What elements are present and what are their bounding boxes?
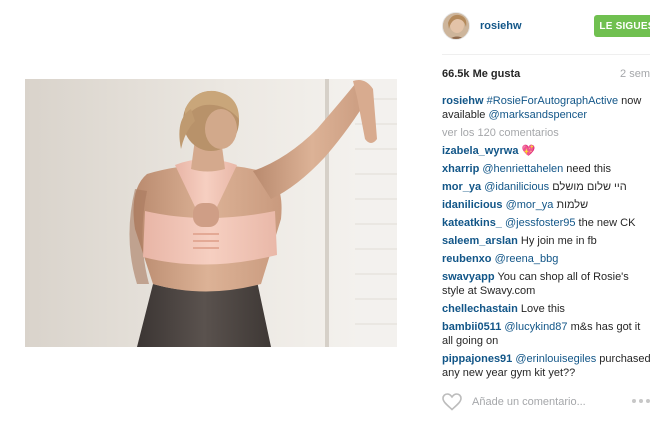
comment-item: kateatkins_ @jessfoster95 the new CK (442, 216, 650, 230)
comment-mention[interactable]: @mor_ya (506, 199, 554, 211)
post-time[interactable]: 2 sem (620, 68, 650, 80)
comments-list: rosiehw #RosieForAutographActive now ava… (442, 94, 650, 384)
comment-mention[interactable]: @idanilicious (484, 181, 549, 193)
comment-mention[interactable]: @henriettahelen (482, 163, 563, 175)
comment-items: izabela_wyrwa 💖 xharrip @henriettahelen n… (442, 144, 650, 380)
likes-count[interactable]: 66.5k Me gusta (442, 68, 520, 80)
comment-mention[interactable]: @lucykind87 (504, 321, 567, 333)
comment-mention[interactable]: @erinlouisegiles (515, 353, 596, 365)
comment-item: idanilicious @mor_ya שלמות (442, 198, 650, 212)
comment-username[interactable]: pippajones91 (442, 353, 512, 365)
comment-item: saleem_arslan Hy join me in fb (442, 234, 650, 248)
post-details: rosiehw LE SIGUES 66.5k Me gusta 2 sem r… (430, 0, 650, 423)
comment-item: reubenxo @reena_bbg (442, 252, 650, 266)
caption-username[interactable]: rosiehw (442, 95, 484, 107)
comment-username[interactable]: chellechastain (442, 303, 518, 315)
comment-item: swavyapp You can shop all of Rosie's sty… (442, 270, 650, 298)
comment-text: 💖 (521, 145, 536, 157)
comment-text: Love this (520, 303, 565, 315)
comment-text: the new CK (575, 217, 636, 229)
post-modal: rosiehw LE SIGUES 66.5k Me gusta 2 sem r… (0, 0, 650, 423)
comment-username[interactable]: kateatkins_ (442, 217, 502, 229)
caption-hashtag[interactable]: #RosieForAutographActive (487, 95, 618, 107)
comment-item: xharrip @henriettahelen need this (442, 162, 650, 176)
view-all-comments-link[interactable]: ver los 120 comentarios (442, 126, 650, 140)
comment-username[interactable]: idanilicious (442, 199, 503, 211)
comment-text: need this (563, 163, 611, 175)
following-button[interactable]: LE SIGUES (594, 15, 650, 37)
comment-item: mor_ya @idanilicious היי שלום מושלם (442, 180, 650, 194)
caption: rosiehw #RosieForAutographActive now ava… (442, 94, 650, 122)
post-header: rosiehw LE SIGUES (442, 12, 650, 42)
comment-text: Hy join me in fb (520, 235, 597, 247)
comment-username[interactable]: saleem_arslan (442, 235, 518, 247)
header-divider (442, 54, 650, 55)
photo-illustration (25, 79, 397, 347)
comment-text: שלמות (553, 199, 589, 211)
comment-text: היי שלום מושלם (549, 181, 627, 193)
comment-item: izabela_wyrwa 💖 (442, 144, 650, 158)
avatar-image (443, 13, 469, 39)
add-comment-input[interactable] (472, 394, 622, 410)
comment-item: bambii0511 @lucykind87 m&s has got it al… (442, 320, 650, 348)
heart-outline-icon[interactable] (442, 393, 462, 411)
comment-mention[interactable]: @jessfoster95 (505, 217, 575, 229)
comment-mention[interactable]: @reena_bbg (495, 253, 559, 265)
comment-username[interactable]: izabela_wyrwa (442, 145, 518, 157)
comment-item: pippajones91 @erinlouisegiles purchased … (442, 352, 650, 380)
avatar[interactable] (442, 12, 470, 40)
caption-mention[interactable]: @marksandspencer (488, 109, 587, 121)
post-photo[interactable] (25, 79, 397, 347)
likes-row: 66.5k Me gusta 2 sem (442, 68, 650, 82)
comment-username[interactable]: swavyapp (442, 271, 495, 283)
post-author-username[interactable]: rosiehw (480, 20, 522, 32)
comment-username[interactable]: mor_ya (442, 181, 481, 193)
comment-item: chellechastain Love this (442, 302, 650, 316)
comment-bar (442, 392, 650, 414)
comment-username[interactable]: reubenxo (442, 253, 492, 265)
comment-username[interactable]: bambii0511 (442, 321, 501, 333)
comment-username[interactable]: xharrip (442, 163, 479, 175)
more-dots-icon[interactable] (632, 397, 650, 405)
post-media (0, 0, 422, 423)
